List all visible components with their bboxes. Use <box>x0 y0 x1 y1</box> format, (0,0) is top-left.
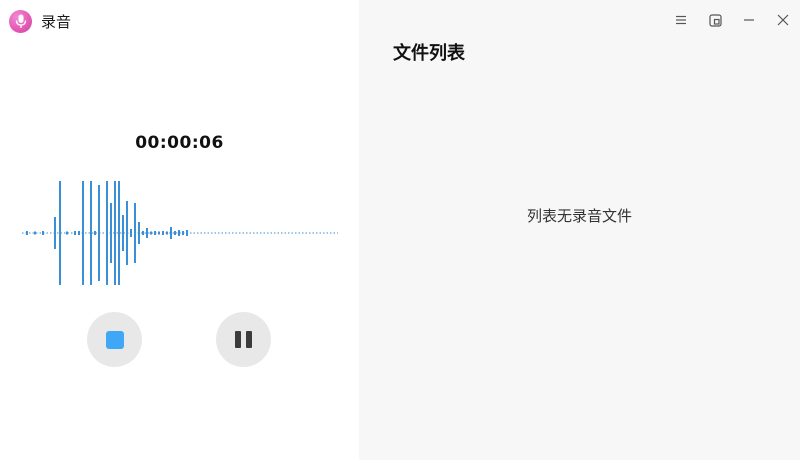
recorder-window: 录音 00:00:06 文件列表 列表无录音文件 <box>0 0 800 460</box>
menu-icon <box>676 15 686 25</box>
app-title: 录音 <box>41 12 72 31</box>
app-header: 录音 <box>9 9 71 33</box>
window-mode-icon <box>708 13 722 27</box>
minimize-icon <box>744 19 754 21</box>
window-mode-button[interactable] <box>698 0 732 40</box>
microphone-icon <box>9 9 32 33</box>
pause-button[interactable] <box>216 312 271 367</box>
close-icon <box>777 14 789 26</box>
empty-list-message: 列表无录音文件 <box>526 207 632 225</box>
audio-waveform <box>22 181 338 285</box>
titlebar-buttons <box>664 0 800 40</box>
close-button[interactable] <box>766 0 800 40</box>
pause-icon <box>235 331 252 348</box>
file-list-title: 文件列表 <box>393 43 465 64</box>
minimize-button[interactable] <box>732 0 766 40</box>
menu-button[interactable] <box>664 0 698 40</box>
stop-button[interactable] <box>87 312 142 367</box>
elapsed-time: 00:00:06 <box>135 133 224 153</box>
recording-panel: 录音 00:00:06 <box>0 0 359 460</box>
stop-icon <box>105 330 124 349</box>
file-list-panel: 文件列表 列表无录音文件 <box>359 0 800 460</box>
